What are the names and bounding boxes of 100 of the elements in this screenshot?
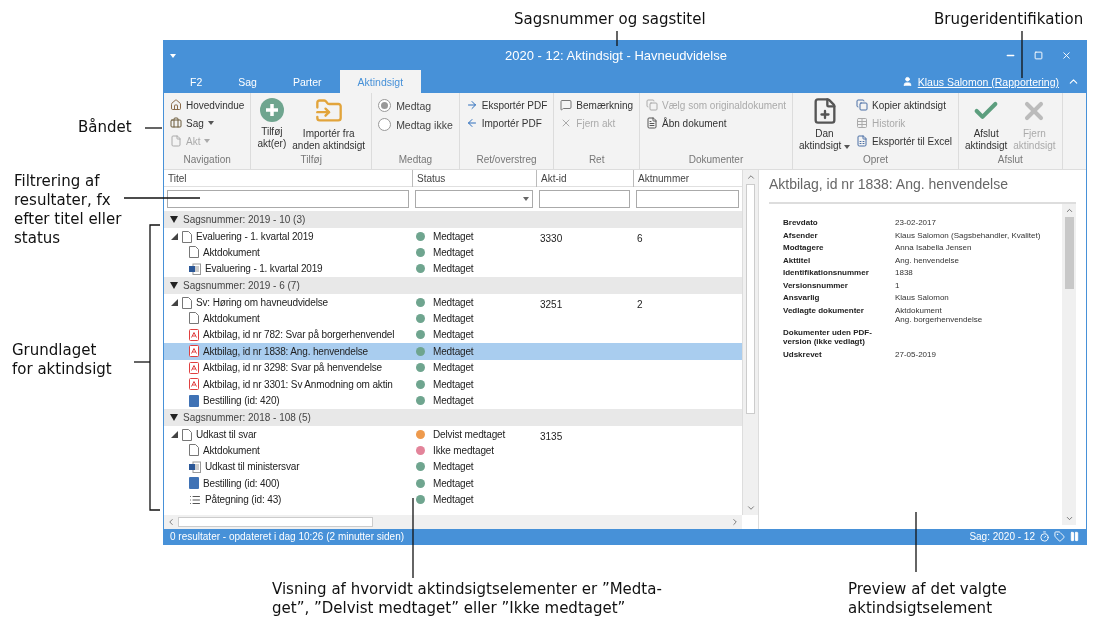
- group-header[interactable]: Sagsnummer: 2019 - 10 (3): [164, 211, 742, 228]
- filter-field[interactable]: [167, 190, 409, 208]
- timer-icon: [1039, 531, 1050, 542]
- table-row[interactable]: Bestilling (id: 420) Medtaget: [164, 392, 742, 409]
- vertical-scrollbar[interactable]: [1062, 204, 1076, 525]
- expand-toggle-icon[interactable]: [171, 233, 178, 240]
- table-icon: [856, 117, 868, 129]
- ribbon-button[interactable]: Afslut aktindsigt: [965, 97, 1008, 154]
- radio-button[interactable]: [378, 99, 392, 112]
- table-cell: Aktdokument: [203, 444, 260, 456]
- table-row[interactable]: Påtegning (id: 43) Medtaget: [164, 491, 742, 508]
- scroll-thumb[interactable]: [746, 184, 755, 414]
- word-document-icon: [189, 262, 201, 275]
- table-row[interactable]: Aktbilag, id nr 3301: Sv Anmodning om aktin Medtaget: [164, 376, 742, 393]
- table-row[interactable]: Aktdokument Medtaget: [164, 244, 742, 261]
- expand-toggle-icon[interactable]: [170, 413, 178, 421]
- field-value: 23-02-2017: [895, 218, 937, 228]
- scroll-left-icon: [166, 517, 176, 527]
- scroll-thumb[interactable]: [1064, 217, 1074, 289]
- document-icon: [646, 117, 659, 129]
- pause-icon: [1069, 531, 1080, 542]
- table-row[interactable]: Aktbilag, id nr 782: Svar på borgerhenvendel Medtaget: [164, 326, 742, 343]
- radio-button[interactable]: [378, 118, 392, 131]
- ribbon-button[interactable]: Importér PDF: [465, 115, 548, 131]
- plus-circle-icon: [258, 97, 285, 123]
- table-cell: Sv: Høring om havneudvidelse: [196, 297, 328, 308]
- table-row[interactable]: Evaluering - 1. kvartal 2019 Medtaget: [164, 260, 742, 277]
- table-cell-text: 3251: [539, 298, 563, 310]
- scroll-up-icon: [745, 172, 756, 182]
- expand-toggle-icon[interactable]: [171, 299, 178, 306]
- group-label: Afslut: [996, 154, 1024, 167]
- table-row[interactable]: Bestilling (id: 400) Medtaget: [164, 475, 742, 492]
- arrow-left-icon: [465, 117, 478, 129]
- caret-icon: [844, 145, 850, 149]
- pdf-document-icon: [189, 328, 199, 341]
- document-icon: [182, 428, 192, 441]
- book-icon: [189, 477, 199, 490]
- expand-toggle-icon[interactable]: [170, 281, 178, 289]
- table-cell: Udkast til svar: [196, 429, 257, 440]
- group-label: Ret: [587, 154, 606, 167]
- callout-label: Brugeridentifikation: [934, 10, 1084, 29]
- ribbon-button[interactable]: Dan aktindsigt: [799, 97, 850, 154]
- table-row[interactable]: Evaluering - 1. kvartal 2019 Medtaget 3330 6: [164, 227, 742, 244]
- field-value: 1838: [895, 268, 914, 278]
- document-icon: [182, 230, 192, 243]
- table-row[interactable]: Aktdokument Ikke medtaget: [164, 442, 742, 459]
- expand-toggle-icon[interactable]: [170, 215, 178, 223]
- horizontal-scrollbar[interactable]: [164, 515, 742, 529]
- ribbon-button[interactable]: Importér fra anden aktindsigt: [292, 97, 366, 154]
- document-icon: [182, 296, 192, 309]
- ribbon-button[interactable]: Hovedvindue: [170, 97, 245, 113]
- table-cell-text: 3135: [539, 430, 563, 442]
- maximize-icon[interactable]: [1033, 51, 1043, 60]
- table-cell: Aktdokument: [203, 246, 260, 258]
- scroll-thumb[interactable]: [178, 517, 373, 527]
- table-row[interactable]: Aktbilag, id nr 3298: Svar på henvendelse Medtaget: [164, 359, 742, 376]
- ribbon-button[interactable]: Kopier aktindsigt: [856, 97, 953, 113]
- table-cell: Aktbilag, id nr 3298: Svar på henvendelse: [203, 362, 382, 374]
- caret-icon: [170, 53, 176, 58]
- field-value: Ang. henvendelse: [895, 255, 961, 265]
- ribbon-button[interactable]: Eksportér til Excel: [856, 133, 953, 149]
- filter-field[interactable]: [636, 190, 739, 208]
- filter-field[interactable]: [539, 190, 630, 208]
- vertical-scrollbar[interactable]: [742, 170, 758, 515]
- leader-line: [1021, 30, 1023, 79]
- filter-dropdown[interactable]: [415, 190, 533, 208]
- table-row[interactable]: Udkast til ministersvar Medtaget: [164, 458, 742, 475]
- column-header[interactable]: Status: [412, 170, 536, 187]
- radio-option[interactable]: Medtag ikke: [378, 116, 453, 133]
- expand-toggle-icon[interactable]: [171, 431, 178, 438]
- column-header[interactable]: Titel: [164, 170, 412, 187]
- callout-label: Visning af hvorvidt aktindsigtselementer er ”Medta- get”, ”Delvist medtaget” eller ”Ikke medtaget”: [272, 580, 662, 618]
- field-label: Versionsnummer: [783, 280, 849, 290]
- table-row[interactable]: Aktdokument Medtaget: [164, 310, 742, 327]
- ribbon-button[interactable]: Bemærkning: [560, 97, 634, 113]
- table-cell: Bestilling (id: 400): [203, 477, 280, 489]
- table-row[interactable]: Sv: Høring om havneudvidelse Medtaget 3251 2: [164, 293, 742, 310]
- document-icon: [189, 246, 199, 259]
- file-icon: [170, 135, 182, 147]
- ribbon-button[interactable]: Tilføj akt(er): [257, 97, 287, 154]
- copy-icon: [646, 99, 659, 111]
- group-label: Tilføj: [299, 154, 323, 167]
- table-row[interactable]: Udkast til svar Delvist medtaget 3135: [164, 425, 742, 442]
- table-row[interactable]: Aktbilag, id nr 1838: Ang. henvendelse Medtaget: [164, 343, 742, 360]
- table-cell: Aktbilag, id nr 782: Svar på borgerhenvendel: [203, 329, 395, 341]
- ribbon-button[interactable]: Sag: [170, 115, 245, 131]
- table-cell: Påtegning (id: 43): [205, 494, 282, 506]
- ribbon-button[interactable]: Eksportér PDF: [465, 97, 548, 113]
- radio-option[interactable]: Medtag: [378, 97, 453, 114]
- column-header[interactable]: Akt-id: [536, 170, 633, 187]
- table-cell-text: 3330: [539, 232, 563, 244]
- close-icon[interactable]: [1060, 50, 1072, 61]
- word-document-icon: [189, 460, 201, 473]
- scroll-right-icon: [730, 517, 740, 527]
- field-label: Akttitel: [783, 255, 812, 265]
- group-header[interactable]: Sagsnummer: 2018 - 108 (5): [164, 409, 742, 426]
- ribbon-button[interactable]: Åbn dokument: [646, 115, 786, 131]
- group-header[interactable]: Sagsnummer: 2019 - 6 (7): [164, 277, 742, 294]
- caret-icon: [204, 139, 211, 143]
- tag-icon: [1054, 531, 1065, 542]
